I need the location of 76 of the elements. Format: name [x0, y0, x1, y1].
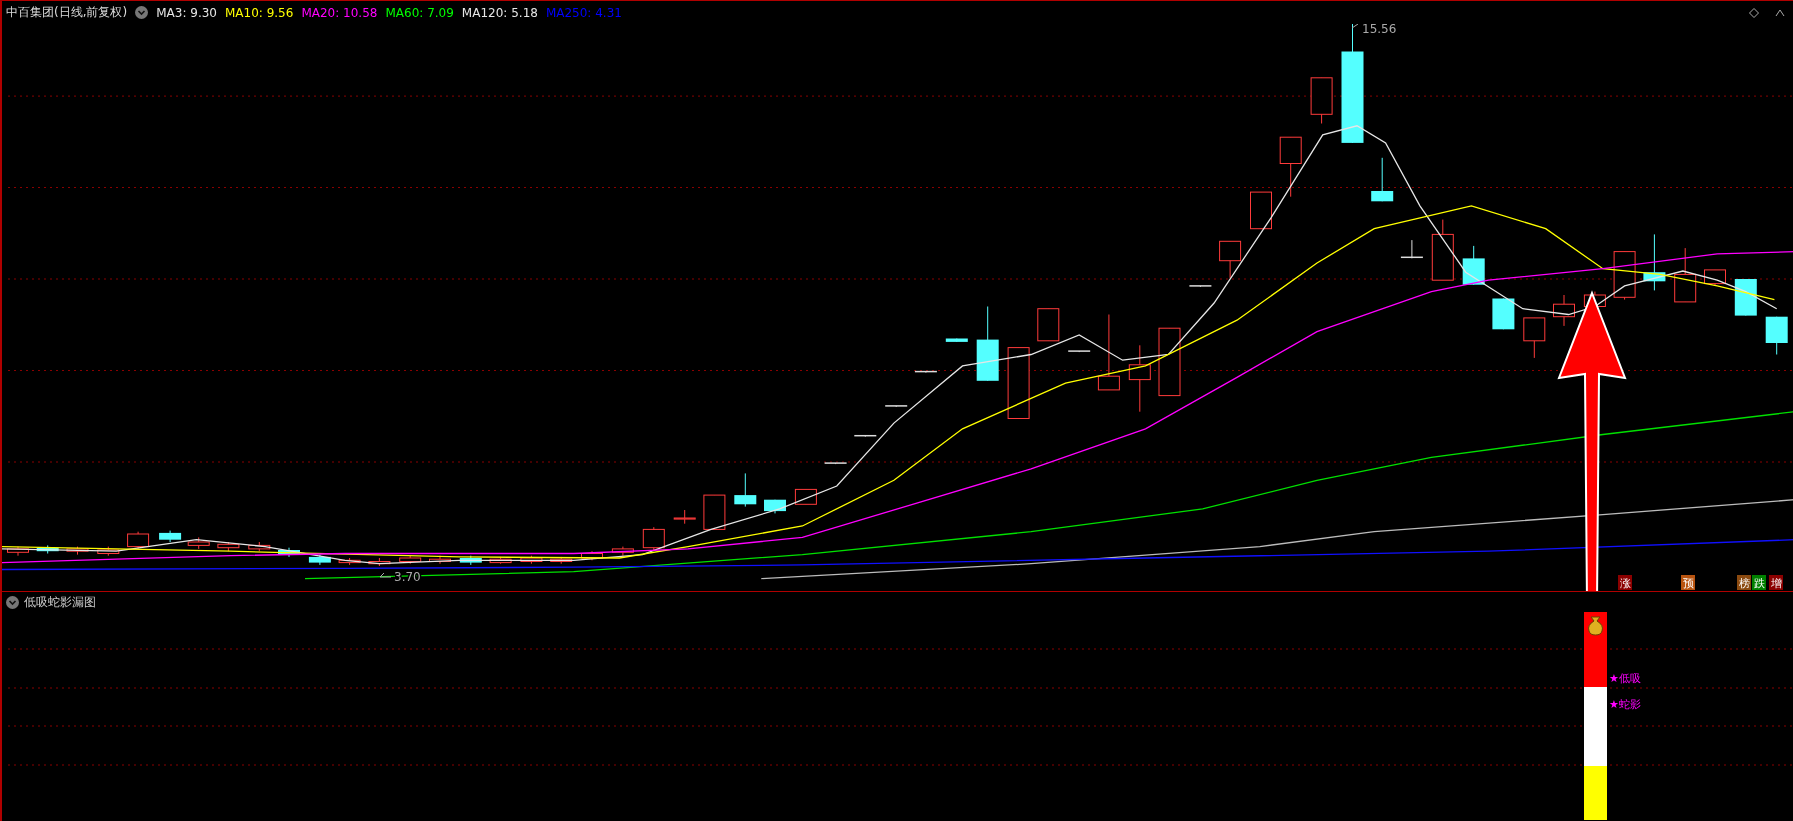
candlestick — [248, 541, 271, 552]
candlestick — [914, 370, 938, 374]
candlestick — [159, 530, 182, 543]
candlestick — [703, 494, 726, 530]
candlestick — [1310, 77, 1333, 124]
signal-marker-label: ★蛇影 — [1609, 698, 1641, 711]
indicator-title: 低吸蛇影漏图 — [24, 593, 96, 611]
pointer-icon — [379, 572, 392, 578]
candlestick — [1279, 136, 1302, 198]
candlestick — [1462, 245, 1485, 286]
candlestick — [1674, 247, 1697, 303]
candlestick — [368, 557, 391, 567]
candlestick — [581, 550, 603, 561]
signal-marker-label: ★低吸 — [1609, 672, 1641, 685]
candlestick — [611, 546, 634, 557]
candlestick — [1400, 239, 1424, 259]
signal-tag: 跌 — [1752, 575, 1766, 590]
candlestick — [1371, 157, 1394, 202]
stock-title: 中百集团(日线,前复权) — [6, 4, 128, 21]
signal-tag: 预 — [1681, 575, 1695, 590]
candlestick — [1188, 285, 1213, 288]
chevron-down-icon[interactable] — [135, 6, 149, 19]
candlestick — [1613, 251, 1636, 301]
moving-average-value: MA250: 4.31 — [545, 5, 622, 20]
moving-average-value: MA10: 9.56 — [224, 5, 294, 20]
candlestick — [1765, 316, 1788, 355]
candlestick — [823, 462, 848, 465]
candlestick — [853, 434, 878, 438]
candlestick — [7, 546, 29, 557]
candlestick — [764, 499, 786, 514]
moving-average-value: MA3: 9.30 — [156, 5, 217, 20]
candlestick — [884, 405, 908, 408]
chevron-down-icon[interactable] — [6, 595, 19, 609]
candlestick — [1067, 350, 1091, 353]
candlestick — [489, 556, 512, 565]
moving-average-value: MA60: 7.09 — [385, 5, 454, 20]
candlestick — [1643, 233, 1666, 291]
candlestick — [1492, 298, 1515, 330]
moving-average-value: MA20: 10.58 — [301, 5, 378, 20]
candlestick — [794, 488, 817, 505]
signal-tag: 涨 — [1618, 575, 1632, 590]
candlestick — [429, 555, 451, 565]
candlestick — [1250, 191, 1272, 230]
candlestick — [217, 541, 240, 552]
diamond-icon[interactable] — [1749, 7, 1759, 18]
candlestick — [1128, 344, 1151, 413]
candlestick — [1007, 347, 1030, 419]
signal-tag: 榜 — [1737, 575, 1751, 590]
candlestick — [1734, 278, 1757, 317]
candlestick — [308, 554, 331, 566]
candlestick — [1219, 240, 1242, 279]
candlestick — [673, 509, 696, 525]
candlestick — [399, 555, 422, 565]
candlestick — [97, 546, 120, 557]
candlestick — [278, 547, 300, 558]
candlestick — [734, 472, 757, 508]
candlestick — [66, 546, 89, 556]
candlestick — [1553, 294, 1575, 327]
candlestick — [338, 557, 361, 566]
candlestick — [459, 555, 482, 566]
candlestick — [550, 556, 573, 565]
money-bag-icon — [1588, 616, 1603, 636]
high-price-label: 15.56 — [1362, 24, 1397, 36]
candlestick — [1431, 219, 1454, 281]
candlestick — [127, 531, 150, 550]
candlestick — [1037, 308, 1060, 342]
candlestick — [36, 544, 59, 554]
candlestick — [1704, 269, 1726, 287]
candlestick — [642, 526, 665, 551]
candlestick — [1158, 327, 1181, 397]
moving-average-value: MA120: 5.18 — [461, 5, 538, 20]
signal-tag: 增 — [1769, 575, 1783, 590]
candlestick — [187, 536, 210, 550]
candlestick — [945, 338, 968, 343]
up-caret-icon[interactable] — [1775, 8, 1785, 17]
candlestick — [1523, 317, 1546, 359]
